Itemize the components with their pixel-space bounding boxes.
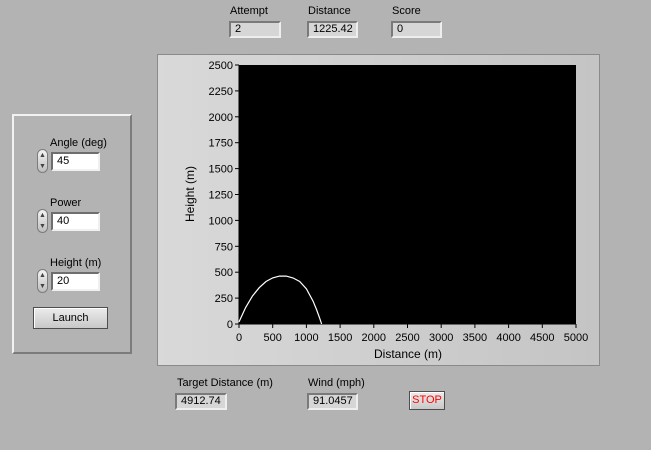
target-distance-label: Target Distance (m) <box>177 377 273 389</box>
height-input[interactable]: 20 <box>51 272 100 291</box>
power-label: Power <box>50 197 82 209</box>
y-tick-label: 0 <box>227 319 233 331</box>
x-tick-label: 4500 <box>530 332 554 344</box>
x-tick-label: 3500 <box>463 332 487 344</box>
stop-button[interactable]: STOP <box>409 391 445 410</box>
x-tick-label: 0 <box>236 332 242 344</box>
launch-button[interactable]: Launch <box>33 307 108 329</box>
plot-area <box>239 65 576 324</box>
attempt-indicator: 2 <box>229 21 281 38</box>
angle-label: Angle (deg) <box>50 137 107 149</box>
y-tick-label: 500 <box>215 267 233 279</box>
power-input[interactable]: 40 <box>51 212 100 231</box>
y-tick-label: 1500 <box>209 164 233 176</box>
x-tick-label: 2500 <box>395 332 419 344</box>
y-tick-label: 1000 <box>209 215 233 227</box>
y-tick-label: 2000 <box>209 112 233 124</box>
x-tick-label: 1000 <box>294 332 318 344</box>
y-tick-label: 2500 <box>209 60 233 72</box>
x-axis-title: Distance (m) <box>374 347 442 361</box>
height-label: Height (m) <box>50 257 102 269</box>
power-spinner[interactable]: ▲ ▼ <box>37 209 48 233</box>
y-tick-label: 750 <box>215 241 233 253</box>
y-tick-label: 250 <box>215 293 233 305</box>
y-tick-label: 1750 <box>209 138 233 150</box>
wind-indicator: 91.0457 <box>307 393 358 410</box>
target-distance-indicator: 4912.74 <box>175 393 227 410</box>
y-tick-label: 2250 <box>209 86 233 98</box>
angle-spinner[interactable]: ▲ ▼ <box>37 149 48 173</box>
wind-label: Wind (mph) <box>308 377 365 389</box>
x-tick-label: 4000 <box>496 332 520 344</box>
distance-label: Distance <box>308 5 351 17</box>
x-tick-label: 2000 <box>362 332 386 344</box>
y-tick-label: 1250 <box>209 190 233 202</box>
attempt-label: Attempt <box>230 5 268 17</box>
x-tick-label: 1500 <box>328 332 352 344</box>
x-tick-label: 5000 <box>564 332 588 344</box>
trajectory-graph: 0 250 500 750 1000 1250 1500 1750 2000 2250 2500 0 5… <box>183 60 588 361</box>
score-indicator: 0 <box>391 21 442 38</box>
distance-indicator: 1225.42 <box>307 21 358 38</box>
x-tick-label: 3000 <box>429 332 453 344</box>
height-spinner[interactable]: ▲ ▼ <box>37 269 48 293</box>
score-label: Score <box>392 5 421 17</box>
x-tick-label: 500 <box>264 332 282 344</box>
angle-input[interactable]: 45 <box>51 152 100 171</box>
y-axis-title: Height (m) <box>183 166 197 222</box>
